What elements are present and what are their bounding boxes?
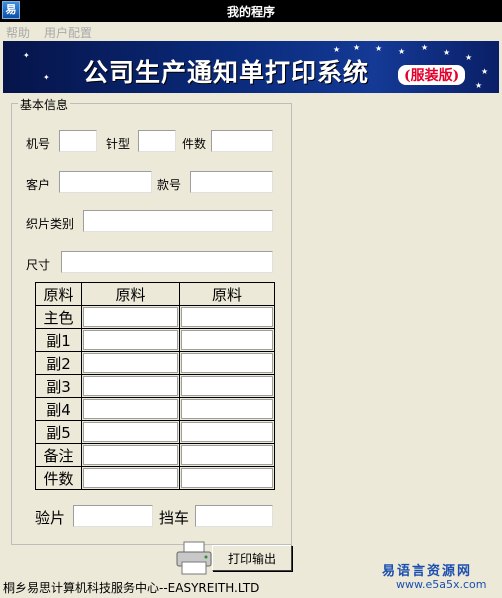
sample-check-label: 验片	[35, 509, 66, 527]
row-label: 副3	[35, 374, 82, 398]
piece-count-label: 件数	[182, 137, 207, 151]
material-input[interactable]	[181, 330, 273, 350]
banner-image: ★ ★ ★ ★ ★ ★ ★ ★ ★ ✦ ✦ 公司生产通知单打印系统 (服装版)	[3, 41, 499, 93]
stop-car-input[interactable]	[195, 505, 273, 527]
material-input[interactable]	[83, 468, 178, 488]
material-input[interactable]	[83, 399, 178, 419]
table-row: 副5	[35, 420, 275, 444]
customer-label: 客户	[26, 178, 51, 192]
watermark-text: 易语言资源网	[382, 564, 473, 579]
watermark-url: www.e5a5x.com	[396, 578, 487, 591]
banner-title: 公司生产通知单打印系统	[83, 58, 370, 87]
menu-user-config[interactable]: 用户配置	[44, 24, 92, 41]
material-input[interactable]	[83, 422, 178, 442]
row-label: 备注	[35, 443, 82, 467]
size-label: 尺寸	[26, 258, 51, 272]
material-input[interactable]	[83, 330, 178, 350]
header-material: 原料	[179, 282, 275, 306]
stop-car-label: 挡车	[159, 509, 190, 527]
material-input[interactable]	[181, 422, 273, 442]
banner-subtitle: (服装版)	[398, 65, 466, 85]
table-row: 件数	[35, 466, 275, 490]
sample-check-input[interactable]	[73, 505, 153, 527]
menu-bar: 帮助 用户配置	[0, 22, 502, 40]
material-table: 原料 原料 原料 主色 副1 副2 副3 副4 副5 备注 件数	[35, 282, 275, 490]
window-title: 我的程序	[226, 5, 275, 19]
table-row: 备注	[35, 443, 275, 467]
style-no-label: 款号	[157, 178, 182, 192]
group-caption: 基本信息	[18, 96, 71, 113]
style-no-input[interactable]	[190, 171, 273, 193]
material-input[interactable]	[83, 353, 178, 373]
row-label: 主色	[35, 305, 82, 329]
panel-category-input[interactable]	[83, 210, 273, 232]
table-row: 副1	[35, 328, 275, 352]
row-label: 副4	[35, 397, 82, 421]
printer-icon	[176, 541, 212, 575]
material-input[interactable]	[181, 307, 273, 327]
row-label: 副5	[35, 420, 82, 444]
print-output-button[interactable]: 打印输出	[212, 545, 292, 571]
table-row: 主色	[35, 305, 275, 329]
table-row: 副3	[35, 374, 275, 398]
table-header-row: 原料 原料 原料	[35, 282, 275, 306]
material-input[interactable]	[181, 399, 273, 419]
row-label: 件数	[35, 466, 82, 490]
customer-input[interactable]	[59, 171, 152, 193]
material-input[interactable]	[181, 353, 273, 373]
needle-type-input[interactable]	[138, 130, 176, 152]
table-row: 副2	[35, 351, 275, 375]
piece-count-input[interactable]	[211, 130, 273, 152]
header-material: 原料	[35, 282, 82, 306]
row-label: 副1	[35, 328, 82, 352]
material-input[interactable]	[181, 376, 273, 396]
material-input[interactable]	[83, 307, 178, 327]
material-input[interactable]	[83, 376, 178, 396]
title-bar: 易 我的程序	[0, 0, 502, 22]
menu-help[interactable]: 帮助	[6, 24, 30, 41]
status-text: 桐乡易思计算机科技服务中心--EASYREITH.LTD	[3, 581, 260, 595]
panel-category-label: 织片类别	[26, 217, 75, 231]
needle-type-label: 针型	[106, 137, 131, 151]
size-input[interactable]	[61, 251, 273, 273]
material-input[interactable]	[181, 445, 273, 465]
row-label: 副2	[35, 351, 82, 375]
header-material: 原料	[81, 282, 180, 306]
material-input[interactable]	[181, 468, 273, 488]
watermark-logo: 易语言资源网 www.e5a5x.com	[382, 560, 498, 596]
table-row: 副4	[35, 397, 275, 421]
machine-no-input[interactable]	[59, 130, 97, 152]
machine-no-label: 机号	[26, 137, 51, 151]
material-input[interactable]	[83, 445, 178, 465]
